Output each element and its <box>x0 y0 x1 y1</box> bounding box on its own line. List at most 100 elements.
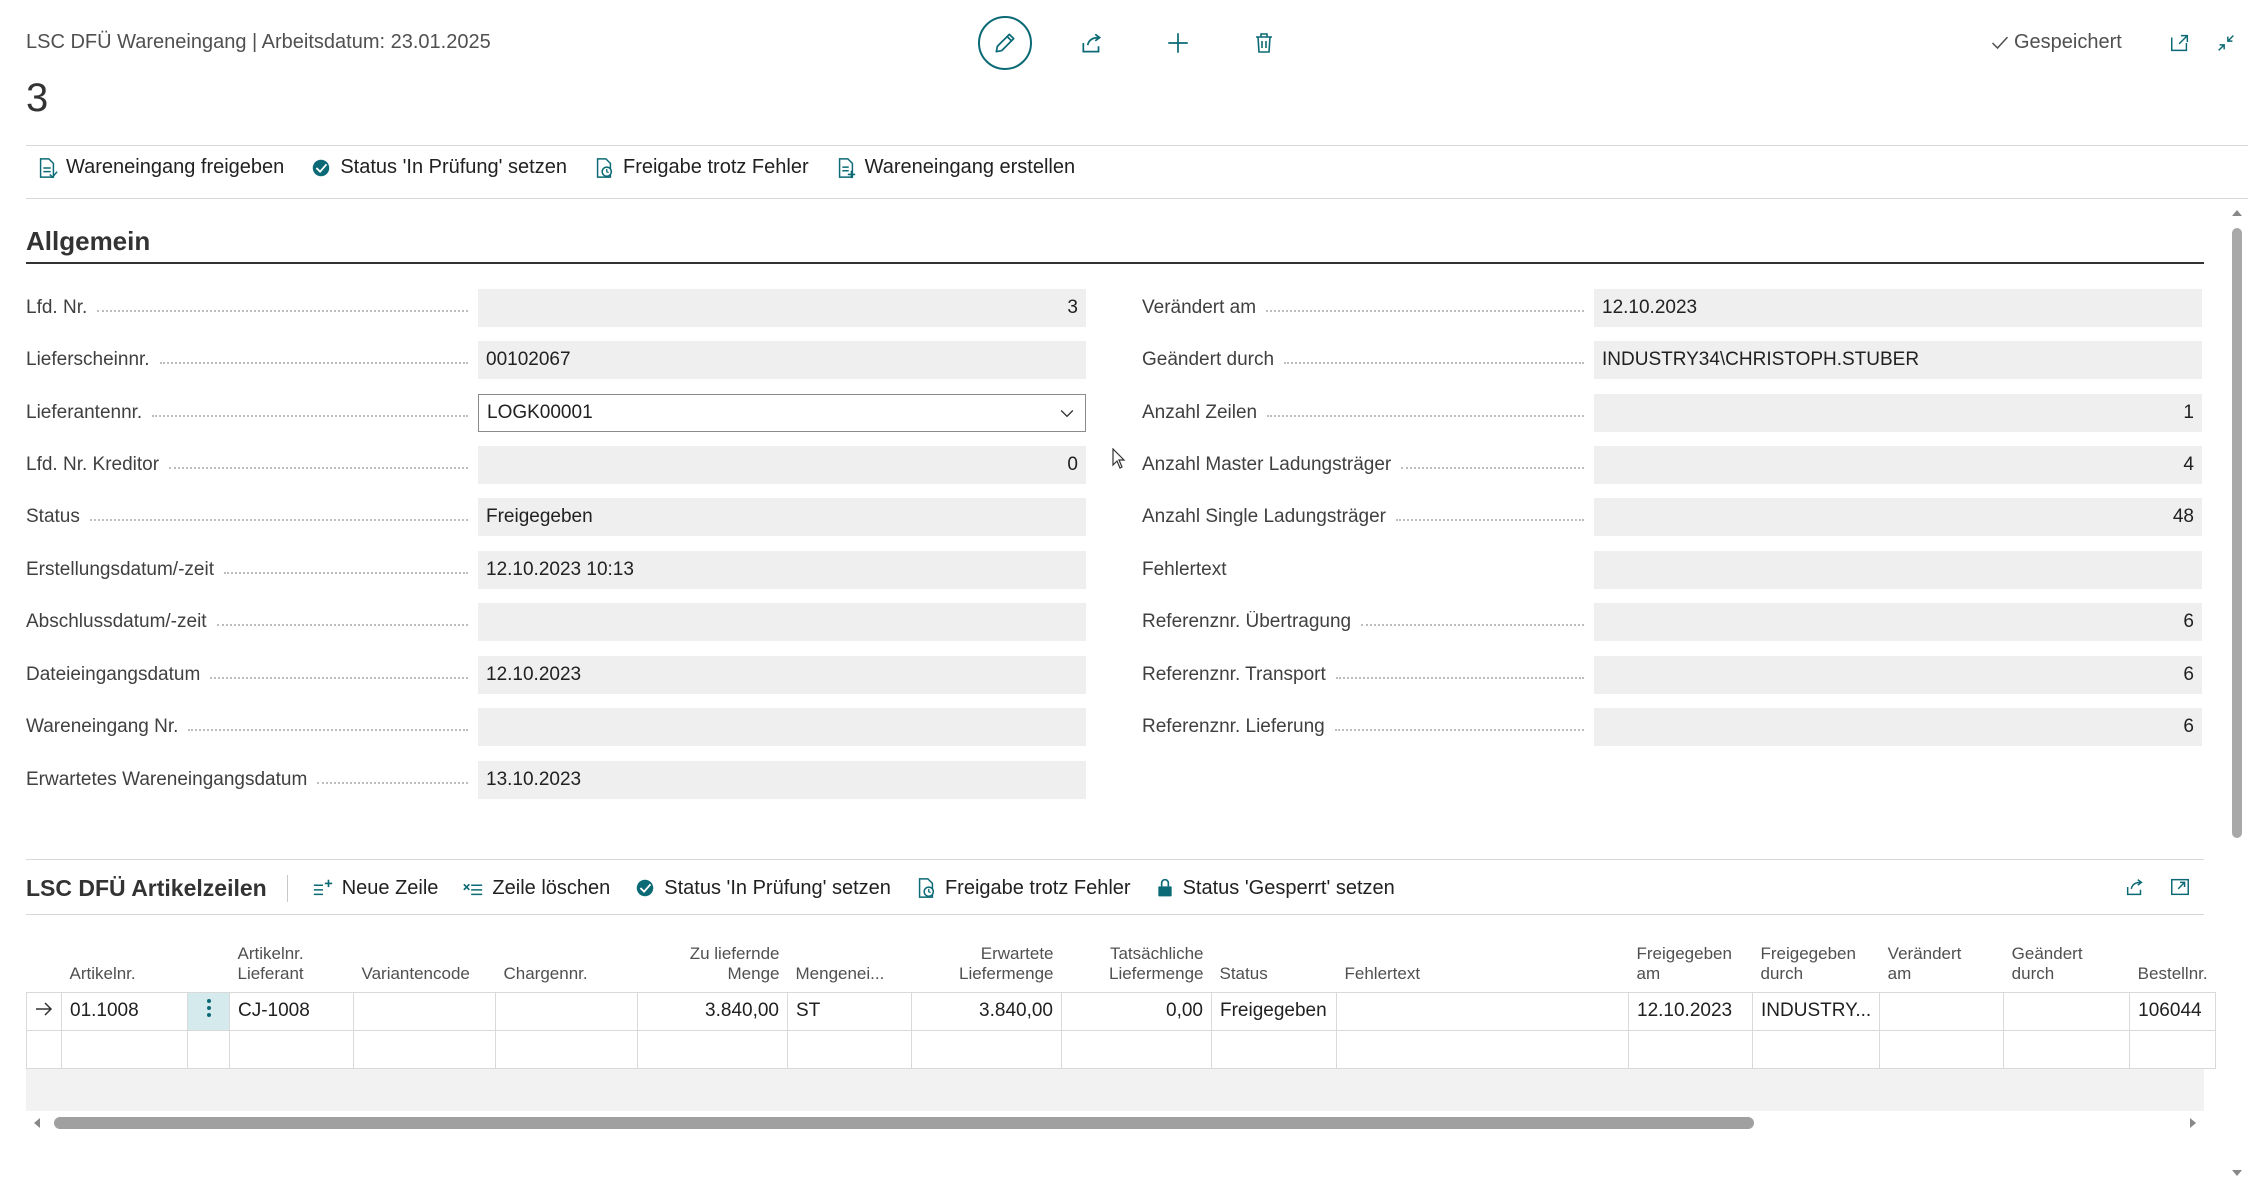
cell-mengeneinheit[interactable]: ST <box>787 991 912 1031</box>
checkmark-icon <box>1991 36 2009 49</box>
cell-freigegeben-am[interactable]: 12.10.2023 <box>1628 991 1753 1031</box>
collapse-button[interactable] <box>2198 15 2251 71</box>
field-referenznr-lieferung: Referenznr. Lieferung 6 <box>1142 708 2202 746</box>
field-value: 12.10.2023 <box>478 656 1086 694</box>
field-label: Lfd. Nr. Kreditor <box>26 454 160 475</box>
cell-tatsaechliche-liefermenge[interactable]: 0,00 <box>1061 991 1212 1031</box>
cell-fehlertext[interactable] <box>1336 991 1629 1031</box>
release-goods-receipt-action[interactable]: Wareneingang freigeben <box>36 156 284 179</box>
column-header[interactable]: Artikelnr. <box>62 920 188 992</box>
field-label: Anzahl Single Ladungsträger <box>1142 506 1387 527</box>
column-header[interactable]: Freigegeben durch <box>1753 920 1880 992</box>
sub-set-in-review-action[interactable]: Status 'In Prüfung' setzen <box>634 877 891 900</box>
subpage-share-button[interactable] <box>2110 862 2160 912</box>
field-value: 1 <box>1594 394 2202 432</box>
collapse-icon <box>2218 35 2234 51</box>
field-abschlussdatum: Abschlussdatum/-zeit <box>26 603 1086 641</box>
field-value <box>478 708 1086 746</box>
column-header[interactable]: Mengenei... <box>788 920 912 992</box>
column-header[interactable]: Status <box>1212 920 1337 992</box>
lieferantennr-lookup[interactable]: LOGK00001 <box>478 394 1086 432</box>
field-label: Geändert durch <box>1142 349 1275 370</box>
column-header[interactable]: Geändert durch <box>2004 920 2130 992</box>
column-header[interactable]: Variantencode <box>354 920 496 992</box>
cell-status[interactable]: Freigegeben <box>1211 991 1337 1031</box>
saved-status: Gespeichert <box>1990 31 2122 54</box>
subpage-toolbar: LSC DFÜ Artikelzeilen Neue Zeile Zeile l… <box>26 862 2204 914</box>
sub-set-in-review-label: Status 'In Prüfung' setzen <box>664 876 891 899</box>
column-header[interactable]: Verändert am <box>1880 920 2004 992</box>
new-line-action[interactable]: Neue Zeile <box>312 877 438 900</box>
column-header[interactable]: Tatsächliche Liefermenge <box>1062 920 1212 992</box>
field-anzahl-master-ladungstraeger: Anzahl Master Ladungsträger 4 <box>1142 446 2202 484</box>
column-header[interactable]: Artikelnr. Lieferant <box>230 920 354 992</box>
cell-bestellnr[interactable]: 106044 <box>2129 991 2217 1031</box>
field-value: 6 <box>1594 603 2202 641</box>
share-icon <box>1082 33 1102 53</box>
field-label: Referenznr. Transport <box>1142 664 1326 685</box>
field-value: 12.10.2023 <box>1594 289 2202 327</box>
vertical-scrollbar[interactable] <box>2228 204 2248 1181</box>
chevron-down-icon[interactable] <box>1057 403 1077 423</box>
cell-artikelnr-lieferant[interactable]: CJ-1008 <box>229 991 354 1031</box>
subpage-title[interactable]: LSC DFÜ Artikelzeilen <box>26 874 288 902</box>
table-row[interactable]: 01.1008 CJ-1008 3.840,00 ST 3.840,00 0,0… <box>26 991 2217 1031</box>
check-badge-icon <box>637 879 654 897</box>
horizontal-scrollbar[interactable] <box>26 1114 2204 1132</box>
field-wareneingang-nr: Wareneingang Nr. <box>26 708 1086 746</box>
table-empty-area <box>26 1069 2204 1111</box>
new-button[interactable] <box>1150 15 1206 71</box>
cell-artikelnr[interactable]: 01.1008 <box>61 991 188 1031</box>
scroll-up-icon[interactable] <box>2232 208 2242 218</box>
subpage-expand-button[interactable] <box>2155 862 2205 912</box>
field-value: 3 <box>478 289 1086 327</box>
column-header[interactable]: Freigegeben am <box>1629 920 1753 992</box>
sub-release-despite-error-action[interactable]: Freigabe trotz Fehler <box>915 877 1131 900</box>
edit-button[interactable] <box>978 16 1032 70</box>
cell-geaendert-durch[interactable] <box>2003 991 2131 1031</box>
scroll-right-icon[interactable] <box>2188 1118 2198 1128</box>
row-menu-button[interactable] <box>187 991 230 1031</box>
section-title[interactable]: Allgemein <box>26 226 150 257</box>
column-header[interactable]: Zu liefernde Menge <box>638 920 788 992</box>
cell-erwartete-liefermenge[interactable]: 3.840,00 <box>911 991 1062 1031</box>
field-label: Dateieingangsdatum <box>26 664 201 685</box>
field-value: 4 <box>1594 446 2202 484</box>
cell-chargennr[interactable] <box>495 991 638 1031</box>
field-label: Anzahl Master Ladungsträger <box>1142 454 1392 475</box>
cell-freigegeben-durch[interactable]: INDUSTRY... <box>1751 991 1881 1031</box>
release-despite-error-action[interactable]: Freigabe trotz Fehler <box>593 156 809 179</box>
field-referenznr-uebertragung: Referenznr. Übertragung 6 <box>1142 603 2202 641</box>
field-lieferantennr: Lieferantennr. LOGK00001 <box>26 394 1086 432</box>
delete-line-action[interactable]: Zeile löschen <box>462 877 610 900</box>
cell-zu-liefernde-menge[interactable]: 3.840,00 <box>637 991 788 1031</box>
set-locked-action[interactable]: Status 'Gesperrt' setzen <box>1155 877 1395 900</box>
field-lfd-nr: Lfd. Nr. 3 <box>26 289 1086 327</box>
column-header[interactable]: Bestellnr. <box>2130 920 2216 992</box>
share-button[interactable] <box>1064 15 1120 71</box>
create-goods-receipt-action[interactable]: Wareneingang erstellen <box>835 156 1076 179</box>
column-header[interactable]: Chargennr. <box>496 920 638 992</box>
field-lfd-nr-kreditor: Lfd. Nr. Kreditor 0 <box>26 446 1086 484</box>
field-value: Freigegeben <box>478 498 1086 536</box>
horizontal-scroll-thumb[interactable] <box>54 1117 1754 1129</box>
column-header[interactable]: Fehlertext <box>1337 920 1629 992</box>
set-in-review-action[interactable]: Status 'In Prüfung' setzen <box>310 156 567 179</box>
table-row-empty[interactable] <box>26 1029 2217 1069</box>
saved-label: Gespeichert <box>2014 31 2122 53</box>
set-in-review-label: Status 'In Prüfung' setzen <box>340 156 567 178</box>
create-goods-receipt-label: Wareneingang erstellen <box>864 156 1076 178</box>
more-vertical-icon <box>206 999 211 1017</box>
lookup-value[interactable]: LOGK00001 <box>487 402 593 424</box>
vertical-scroll-thumb[interactable] <box>2232 228 2242 838</box>
field-value: 00102067 <box>478 341 1086 379</box>
delete-button[interactable] <box>1236 15 1292 71</box>
column-header[interactable]: Erwartete Liefermenge <box>912 920 1062 992</box>
scroll-left-icon[interactable] <box>32 1118 42 1128</box>
plus-icon <box>1168 33 1188 53</box>
row-indicator[interactable] <box>26 991 62 1031</box>
field-label: Erstellungsdatum/-zeit <box>26 559 214 580</box>
cell-veraendert-am[interactable] <box>1879 991 2005 1031</box>
scroll-down-icon[interactable] <box>2232 1168 2242 1178</box>
cell-variantencode[interactable] <box>353 991 496 1031</box>
